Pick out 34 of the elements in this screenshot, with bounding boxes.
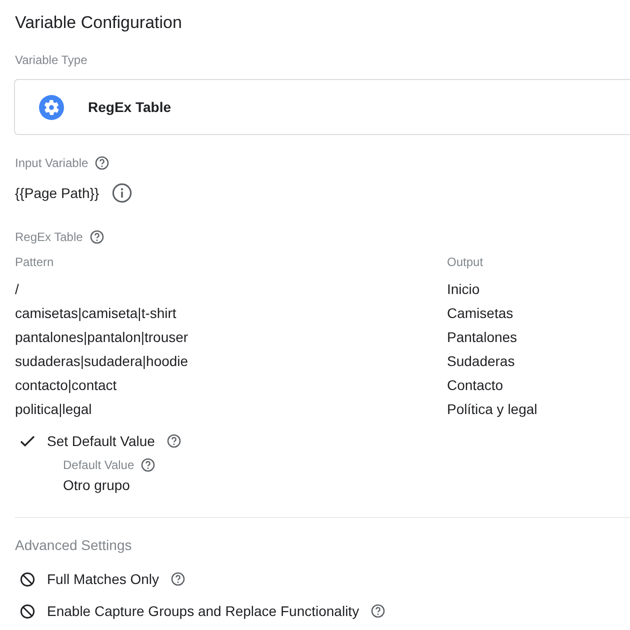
table-cell-text: Pantalones	[447, 329, 518, 345]
help-icon[interactable]	[141, 458, 156, 472]
field-label: Default Value	[63, 458, 134, 472]
field-label: Input Variable	[15, 156, 88, 170]
help-icon[interactable]	[90, 230, 104, 244]
info-icon[interactable]	[112, 183, 132, 203]
table-cell-text: Camisetas	[447, 305, 514, 321]
help-icon[interactable]	[95, 156, 110, 170]
table-cell-text: Contacto	[447, 377, 504, 393]
table-cell-text: pantalones|pantalon|trouser	[15, 329, 190, 345]
help-icon[interactable]	[166, 434, 181, 448]
field-label: RegEx Table	[15, 230, 83, 244]
table-cell-text: /	[15, 281, 20, 297]
table-cell-text: sudaderas|sudadera|hoodie	[15, 353, 190, 369]
field-label: Variable Type	[15, 53, 88, 67]
option-label: Set Default Value	[47, 433, 155, 449]
help-icon[interactable]	[371, 604, 386, 618]
gear-icon	[39, 94, 64, 120]
table-cell-text: contacto|contact	[15, 377, 118, 393]
column-header: Output	[447, 254, 484, 271]
section-title: Variable Configuration	[15, 12, 183, 34]
column-header: Pattern	[15, 254, 55, 271]
variable-type-card[interactable]: RegEx Table	[14, 79, 630, 135]
option-label: Enable Capture Groups and Replace Functionality	[47, 603, 360, 619]
table-cell-text: Inicio	[447, 281, 481, 297]
help-icon[interactable]	[171, 572, 186, 586]
table-cell-text: politica|legal	[15, 401, 93, 417]
option-label: Full Matches Only	[47, 571, 160, 587]
table-cell-text: Política y legal	[447, 401, 538, 417]
variable-value: {{Page Path}}	[15, 185, 100, 201]
section-heading: Advanced Settings	[15, 537, 133, 555]
table-cell-text: camisetas|camiseta|t-shirt	[15, 305, 178, 321]
default-value: Otro grupo	[63, 477, 130, 493]
table-cell-text: Sudaderas	[447, 353, 516, 369]
